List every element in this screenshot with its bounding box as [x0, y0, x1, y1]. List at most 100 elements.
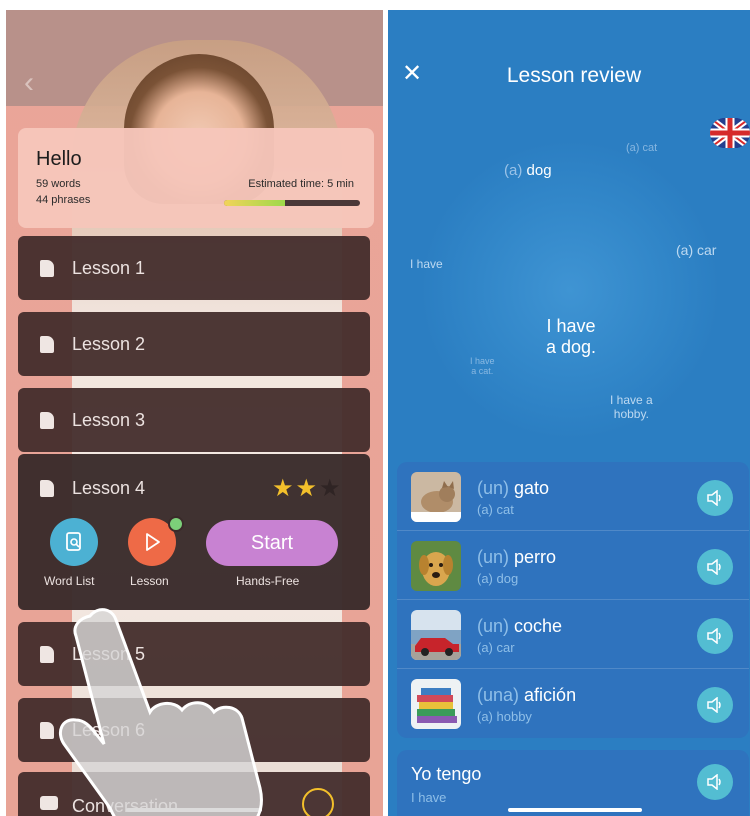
cloud-car: (a) car: [676, 242, 717, 258]
chevron-left-icon: ‹: [24, 66, 34, 99]
cloud-main-sentence: I have a dog.: [546, 316, 596, 357]
phrase-text: Yo tengo: [411, 764, 482, 784]
vocab-term: gato: [514, 478, 550, 498]
lesson-label-small: Lesson: [130, 574, 169, 588]
lesson-label: Lesson 1: [72, 258, 146, 278]
back-button[interactable]: ‹: [24, 68, 34, 98]
uk-flag-icon[interactable]: [710, 118, 750, 148]
phrase-count: 44 phrases: [36, 194, 91, 206]
estimated-time: Estimated time: 5 min: [248, 178, 354, 190]
star-icon: ★: [295, 475, 320, 502]
lesson-item-3[interactable]: Lesson 3: [18, 388, 370, 452]
lesson-item-1[interactable]: Lesson 1: [18, 236, 370, 300]
vocab-word: (un) perro: [477, 547, 556, 568]
cloud-dog: (a) dog: [504, 162, 552, 179]
car-image: [411, 610, 461, 660]
cat-image: [411, 472, 461, 522]
completed-check-icon: [168, 516, 184, 532]
topic-card: Hello 59 words 44 phrases Estimated time…: [18, 128, 374, 228]
cloud-hobby-line1: I have a: [610, 393, 653, 407]
word-list-icon: [66, 532, 81, 551]
vocab-word: (un) coche: [477, 616, 562, 637]
list-item[interactable]: (una) afición (a) hobby: [397, 669, 749, 738]
start-button[interactable]: Start: [206, 520, 338, 566]
vocab-article: (un): [477, 616, 510, 636]
lesson-item-2[interactable]: Lesson 2: [18, 312, 370, 376]
vocab-article: (un): [477, 478, 510, 498]
cloud-dog-word: dog: [526, 162, 552, 179]
page-title: Lesson review: [506, 64, 642, 87]
lesson-label: Lesson 3: [72, 410, 146, 430]
cloud-have-cat-line1: I have: [470, 356, 495, 366]
lesson-item-5[interactable]: Lesson 5: [18, 622, 370, 686]
lesson-label: Lesson 4: [72, 478, 146, 498]
list-item[interactable]: (un) coche (a) car: [397, 600, 749, 669]
list-item[interactable]: (un) gato (a) cat: [397, 462, 749, 531]
progress-bar: [224, 200, 360, 206]
home-indicator: [126, 808, 262, 812]
dog-photo: [411, 541, 461, 591]
speaker-button[interactable]: [697, 618, 733, 654]
vocab-term: coche: [514, 616, 563, 636]
car-photo: [411, 610, 461, 660]
document-icon: [40, 412, 54, 429]
progress-fill: [224, 200, 286, 206]
dog-image: [411, 541, 461, 591]
speaker-icon: [707, 559, 721, 575]
hands-free-label: Hands-Free: [236, 574, 300, 588]
star-rating: ★★★: [272, 474, 343, 503]
cloud-main-line2: a dog.: [546, 336, 597, 357]
chat-icon: [40, 796, 58, 810]
lesson-item-6[interactable]: Lesson 6: [18, 698, 370, 762]
cloud-dog-article: (a): [504, 162, 523, 179]
vocab-word: (una) afición: [477, 685, 576, 706]
document-icon: [40, 646, 54, 663]
vocab-term: perro: [514, 547, 557, 567]
speaker-button[interactable]: [697, 764, 733, 800]
speaker-icon: [707, 774, 721, 790]
conversation-label: Conversation: [72, 796, 179, 816]
vocab-article: (un): [477, 547, 510, 567]
speaker-icon: [707, 697, 721, 713]
document-icon: [40, 722, 54, 739]
star-icon: ★: [272, 475, 296, 502]
speaker-icon: [707, 490, 721, 506]
speaker-button[interactable]: [697, 480, 733, 516]
star-empty-icon: ★: [319, 475, 343, 502]
phrase-translation: I have: [411, 790, 447, 805]
lesson-label: Lesson 2: [72, 334, 146, 354]
cloud-i-have: I have: [410, 257, 443, 271]
document-icon: [40, 480, 54, 497]
check-circle-icon: [302, 788, 334, 816]
cloud-cat: (a) cat: [626, 142, 658, 154]
lesson-list-screen: ‹ Hello 59 words 44 phrases Estimated ti…: [6, 10, 383, 816]
cloud-hobby-line2: hobby.: [613, 406, 649, 421]
document-icon: [40, 260, 54, 277]
speaker-button[interactable]: [697, 687, 733, 723]
cloud-have-cat: I have a cat.: [470, 356, 495, 377]
hobby-photo: [411, 679, 461, 729]
cloud-main-line1: I have: [546, 316, 596, 336]
lesson-label: Lesson 6: [72, 720, 146, 740]
word-list-label: Word List: [44, 574, 95, 588]
vocab-term: afición: [524, 685, 577, 705]
vocabulary-list: (un) gato (a) cat (un) perro (a) dog (un…: [397, 462, 749, 738]
word-list-button[interactable]: [50, 518, 98, 566]
phrase-item[interactable]: Yo tengo I have: [397, 750, 749, 816]
home-indicator: [508, 808, 642, 812]
vocab-article: (una): [477, 685, 520, 705]
cat-photo: [411, 472, 461, 522]
play-icon: [146, 533, 160, 551]
hobby-image: [411, 679, 461, 729]
document-icon: [40, 336, 54, 353]
vocab-translation: (a) cat: [477, 502, 514, 517]
lesson-item-4-expanded[interactable]: Lesson 4 ★★★ Start Word List Lesson Hand…: [18, 454, 370, 610]
topic-title: Hello: [36, 148, 82, 170]
vocab-translation: (a) hobby: [477, 709, 532, 724]
list-item[interactable]: (un) perro (a) dog: [397, 531, 749, 600]
uk-flag-graphic: [710, 118, 750, 148]
vocab-translation: (a) car: [477, 640, 515, 655]
speaker-button[interactable]: [697, 549, 733, 585]
speaker-icon: [707, 628, 721, 644]
word-count: 59 words: [36, 178, 81, 190]
